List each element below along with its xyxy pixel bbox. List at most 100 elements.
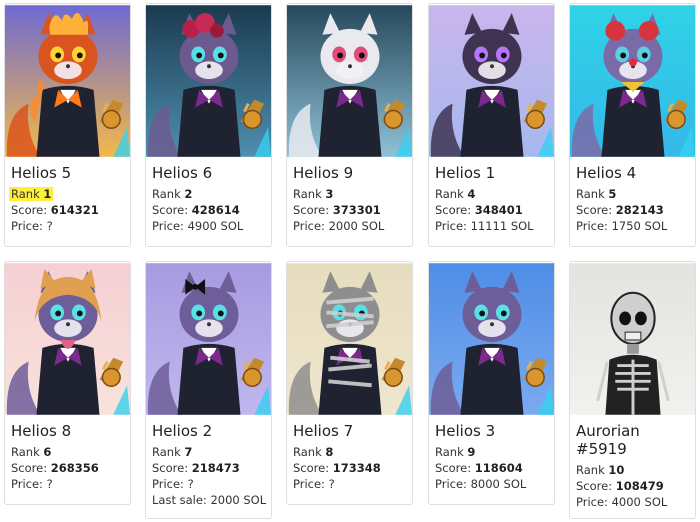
nft-image[interactable] (429, 4, 554, 158)
rank-label: Rank (435, 445, 464, 459)
nft-name[interactable]: Helios 9 (293, 164, 406, 182)
nft-image[interactable] (146, 4, 271, 158)
score-line: Score: 348401 (435, 202, 548, 218)
rank-line: Rank 5 (576, 186, 689, 202)
score-label: Score: (576, 479, 613, 493)
fire-cat-art (5, 5, 130, 157)
card-body: Helios 5 Rank 1 Score: 614321 Price: ? (5, 158, 130, 240)
nft-name[interactable]: Helios 6 (152, 164, 265, 182)
card-body: Aurorian #5919 Rank 10 Score: 108479 Pri… (570, 416, 695, 516)
price-label: Price: (435, 219, 467, 233)
price-label: Price: (293, 477, 325, 491)
nft-name[interactable]: Helios 8 (11, 422, 124, 440)
score-label: Score: (435, 461, 472, 475)
price-value: 2000 SOL (328, 219, 385, 233)
price-value: ? (187, 477, 194, 491)
card-body: Helios 1 Rank 4 Score: 348401 Price: 111… (429, 158, 554, 240)
nft-name[interactable]: Helios 7 (293, 422, 406, 440)
price-line: Price: ? (293, 476, 406, 492)
nft-image[interactable] (5, 4, 130, 158)
score-value: 268356 (50, 461, 99, 475)
rank-label: Rank (11, 445, 40, 459)
score-label: Score: (435, 203, 472, 217)
score-value: 218473 (191, 461, 240, 475)
nft-card[interactable]: Helios 4 Rank 5 Score: 282143 Price: 175… (569, 3, 696, 247)
nft-name[interactable]: Helios 5 (11, 164, 124, 182)
bow-cat-art (146, 263, 271, 415)
nft-image[interactable] (570, 262, 695, 416)
blue-cat-art (429, 263, 554, 415)
rank-value: 8 (325, 445, 334, 459)
price-label: Price: (152, 219, 184, 233)
price-value: 4900 SOL (187, 219, 244, 233)
price-line: Price: ? (152, 476, 265, 492)
rank-line: Rank 7 (152, 444, 265, 460)
card-body: Helios 6 Rank 2 Score: 428614 Price: 490… (146, 158, 271, 240)
score-label: Score: (152, 203, 189, 217)
price-label: Price: (576, 219, 608, 233)
nft-card[interactable]: Helios 5 Rank 1 Score: 614321 Price: ? (4, 3, 131, 247)
nft-image[interactable] (570, 4, 695, 158)
card-body: Helios 9 Rank 3 Score: 373301 Price: 200… (287, 158, 412, 240)
nft-image[interactable] (146, 262, 271, 416)
score-value: 108479 (615, 479, 664, 493)
nft-card[interactable]: Helios 9 Rank 3 Score: 373301 Price: 200… (286, 3, 413, 247)
mummy-cat-art (287, 263, 412, 415)
white-cat-art (287, 5, 412, 157)
black-cat-art (429, 5, 554, 157)
nft-card[interactable]: Helios 8 Rank 6 Score: 268356 Price: ? (4, 261, 131, 505)
rank-value: 10 (608, 463, 625, 477)
score-label: Score: (576, 203, 613, 217)
score-value: 282143 (615, 203, 664, 217)
rank-line: Rank 1 (9, 186, 124, 202)
nft-image[interactable] (287, 262, 412, 416)
rank-label: Rank (576, 187, 605, 201)
score-value: 428614 (191, 203, 240, 217)
score-line: Score: 108479 (576, 478, 689, 494)
score-line: Score: 268356 (11, 460, 124, 476)
score-label: Score: (11, 203, 48, 217)
price-value: 11111 SOL (470, 219, 534, 233)
price-line: Price: 4000 SOL (576, 494, 689, 510)
nft-image[interactable] (5, 262, 130, 416)
card-body: Helios 2 Rank 7 Score: 218473 Price: ? L… (146, 416, 271, 514)
price-label: Price: (293, 219, 325, 233)
rank-value: 6 (43, 445, 52, 459)
nft-image[interactable] (429, 262, 554, 416)
nft-name[interactable]: Helios 3 (435, 422, 548, 440)
score-line: Score: 282143 (576, 202, 689, 218)
rank-value: 9 (467, 445, 476, 459)
price-line: Price: 4900 SOL (152, 218, 265, 234)
rank-line: Rank 8 (293, 444, 406, 460)
score-value: 173348 (332, 461, 381, 475)
nft-image[interactable] (287, 4, 412, 158)
price-line: Price: ? (11, 218, 124, 234)
nft-name[interactable]: Helios 4 (576, 164, 689, 182)
shiba-hood-cat-art (5, 263, 130, 415)
nft-card[interactable]: Helios 2 Rank 7 Score: 218473 Price: ? L… (145, 261, 272, 519)
rank-line: Rank 2 (152, 186, 265, 202)
rank-value: 3 (325, 187, 334, 201)
card-body: Helios 4 Rank 5 Score: 282143 Price: 175… (570, 158, 695, 240)
rank-label: Rank (435, 187, 464, 201)
score-line: Score: 373301 (293, 202, 406, 218)
rank-label: Rank (152, 187, 181, 201)
price-label: Price: (11, 219, 43, 233)
nft-card[interactable]: Helios 6 Rank 2 Score: 428614 Price: 490… (145, 3, 272, 247)
rank-label: Rank (11, 187, 40, 201)
rank-label: Rank (293, 187, 322, 201)
nft-card[interactable]: Helios 3 Rank 9 Score: 118604 Price: 800… (428, 261, 555, 505)
nft-name[interactable]: Helios 1 (435, 164, 548, 182)
card-body: Helios 8 Rank 6 Score: 268356 Price: ? (5, 416, 130, 498)
nft-name[interactable]: Aurorian #5919 (576, 422, 676, 458)
rank-highlight: Rank 1 (9, 187, 54, 201)
score-label: Score: (293, 203, 330, 217)
rank-label: Rank (576, 463, 605, 477)
nft-card[interactable]: Aurorian #5919 Rank 10 Score: 108479 Pri… (569, 261, 696, 519)
nft-card[interactable]: Helios 7 Rank 8 Score: 173348 Price: ? (286, 261, 413, 505)
score-value: 373301 (332, 203, 381, 217)
rank-value: 4 (467, 187, 476, 201)
card-body: Helios 3 Rank 9 Score: 118604 Price: 800… (429, 416, 554, 498)
nft-card[interactable]: Helios 1 Rank 4 Score: 348401 Price: 111… (428, 3, 555, 247)
nft-name[interactable]: Helios 2 (152, 422, 265, 440)
